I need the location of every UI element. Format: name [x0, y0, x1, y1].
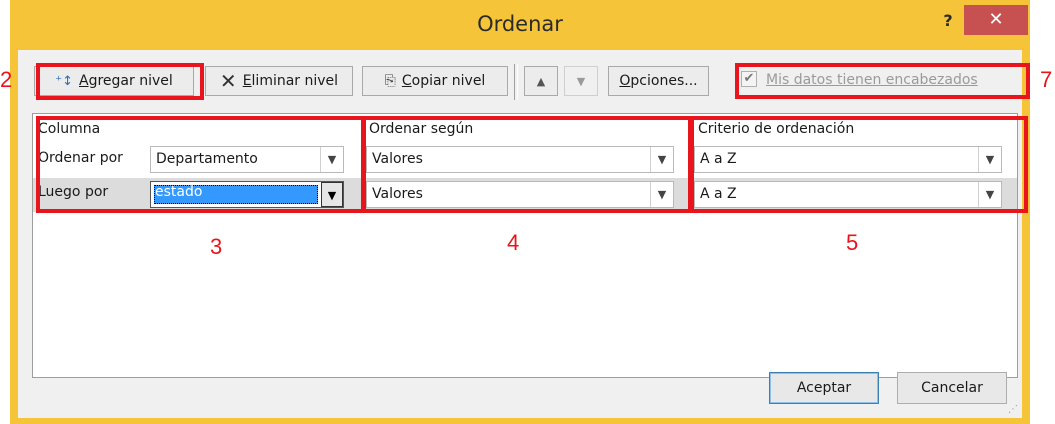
- copy-icon: ⎘: [384, 73, 396, 89]
- window-title: Ordenar: [477, 12, 563, 36]
- move-up-button[interactable]: ▲: [524, 66, 558, 96]
- annotation-number-5: 5: [846, 230, 859, 255]
- resize-grip-icon[interactable]: ⋰: [1008, 404, 1018, 415]
- toolbar-separator: [514, 64, 518, 100]
- move-down-button[interactable]: ▼: [564, 66, 598, 96]
- delete-level-button[interactable]: ✕ Eliminar nivel: [205, 66, 353, 96]
- arrow-up-icon: ▲: [536, 74, 546, 88]
- options-button[interactable]: Opciones...: [608, 66, 709, 96]
- delete-icon: ✕: [219, 69, 237, 93]
- annotation-number-7: 7: [1040, 67, 1053, 92]
- cancel-button[interactable]: Cancelar: [897, 372, 1007, 404]
- highlight-box-add-level: [36, 63, 204, 100]
- highlight-box-sort-on: [362, 116, 692, 213]
- help-button[interactable]: ?: [933, 11, 963, 35]
- annotation-number-4: 4: [507, 230, 520, 255]
- highlight-box-order: [690, 116, 1028, 213]
- close-button[interactable]: ✕: [964, 5, 1028, 35]
- arrow-down-icon: ▼: [576, 74, 586, 88]
- copy-level-button[interactable]: ⎘ Copiar nivel: [362, 66, 508, 96]
- annotation-number-2: 2: [0, 67, 13, 92]
- ok-button[interactable]: Aceptar: [769, 372, 879, 404]
- highlight-box-column: [36, 116, 365, 213]
- title-bar: Ordenar ? ✕: [10, 0, 1030, 50]
- highlight-box-headers: [735, 63, 1030, 99]
- annotation-number-3: 3: [210, 234, 223, 259]
